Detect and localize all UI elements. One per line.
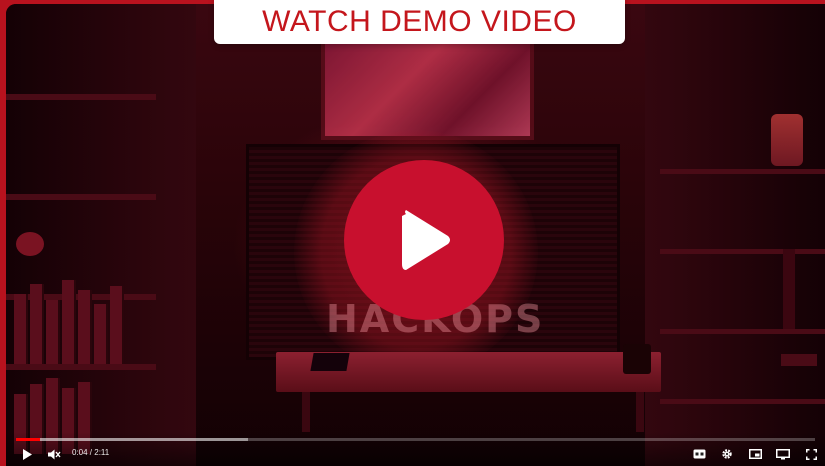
progress-bar[interactable] [16, 438, 815, 441]
shelf [6, 94, 156, 100]
book [783, 249, 795, 329]
play-icon [23, 448, 32, 460]
bookshelf-left [6, 4, 196, 466]
wall-painting [321, 40, 534, 140]
captions-button[interactable] [691, 446, 707, 462]
time-display: 0:04 / 2:11 [72, 448, 110, 457]
remote-box [310, 353, 350, 371]
watch-demo-label: WATCH DEMO VIDEO [262, 5, 577, 38]
video-player[interactable]: HACKOPS 0:04 / 2:11 [6, 4, 825, 466]
table-leg [302, 392, 310, 432]
miniplayer-icon [748, 449, 762, 459]
fullscreen-button[interactable] [803, 446, 819, 462]
mug [623, 344, 651, 374]
progress-played [16, 438, 40, 441]
theater-mode-button[interactable] [775, 446, 791, 462]
play-pause-button[interactable] [20, 446, 34, 462]
captions-icon [693, 449, 705, 459]
gear-icon [722, 449, 732, 459]
fullscreen-icon [805, 448, 817, 460]
progress-buffered [16, 438, 248, 441]
settings-button[interactable] [719, 446, 735, 462]
book [781, 354, 817, 366]
shelf [6, 364, 156, 370]
shelf [6, 194, 156, 200]
jar [771, 114, 803, 166]
mute-button[interactable] [46, 446, 62, 462]
play-icon [402, 210, 450, 270]
bookshelf-right [645, 4, 825, 466]
miniplayer-button[interactable] [747, 446, 763, 462]
theater-mode-icon [776, 448, 790, 459]
big-play-button[interactable] [344, 160, 504, 320]
book-row [14, 274, 144, 364]
table-leg [636, 392, 644, 432]
muted-volume-icon [47, 449, 61, 459]
vase [16, 232, 44, 256]
watch-demo-banner[interactable]: WATCH DEMO VIDEO [214, 0, 625, 44]
